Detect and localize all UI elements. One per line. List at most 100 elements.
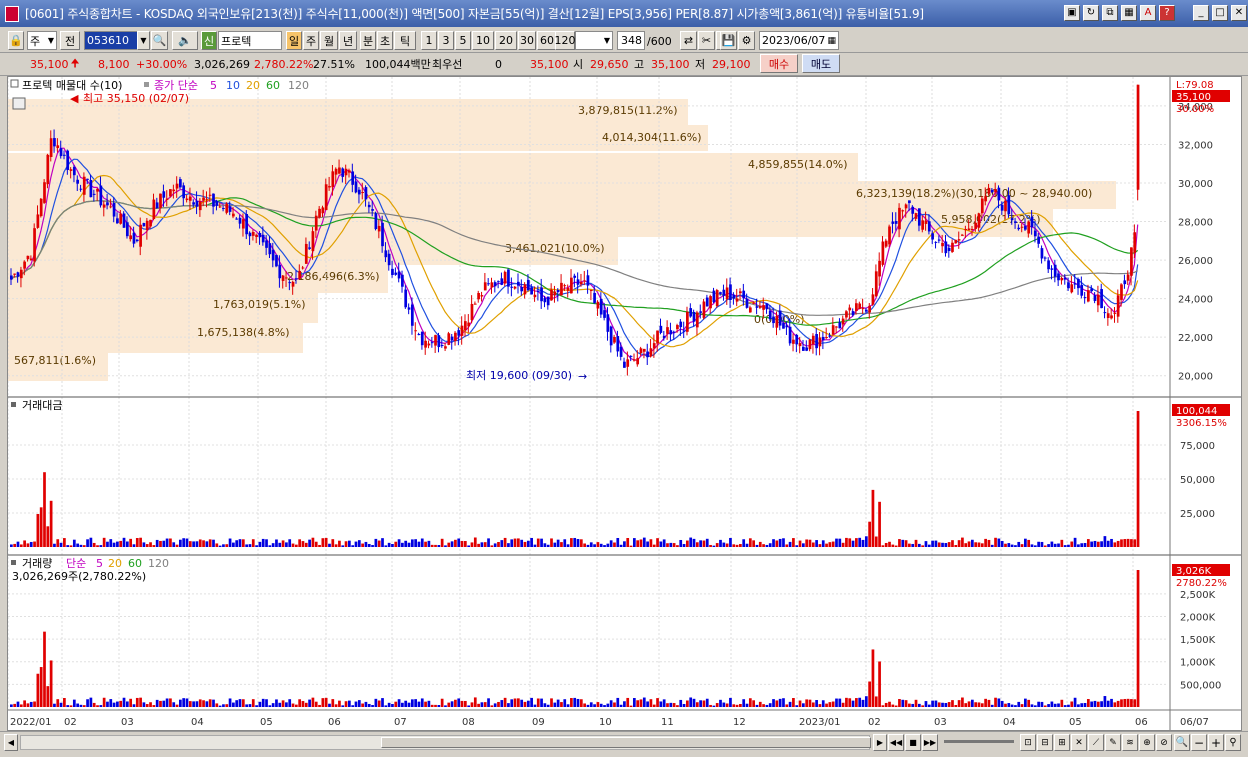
candle-body <box>29 258 33 261</box>
prev-button[interactable]: 전 <box>60 31 80 50</box>
grid-toggle-icon[interactable] <box>12 97 26 110</box>
interval-5-button[interactable]: 5 <box>455 31 471 50</box>
trend-icon[interactable]: ⟋ <box>1088 734 1104 751</box>
period-week-button[interactable]: 주 <box>303 31 319 50</box>
amount-bar <box>894 545 898 547</box>
print-icon[interactable]: A <box>1140 5 1156 21</box>
arrows-icon[interactable]: ⇄ <box>680 31 697 50</box>
interval-20-button[interactable]: 20 <box>495 31 517 50</box>
volume-bar <box>1057 703 1060 707</box>
draw-icon[interactable]: ✎ <box>1105 734 1121 751</box>
volume-bar <box>417 701 421 707</box>
play-icon[interactable]: ▶ <box>873 734 887 751</box>
candle-body <box>1057 273 1060 281</box>
interval-30-button[interactable]: 30 <box>518 31 536 50</box>
stock-name-field[interactable]: 프로텍 <box>218 31 282 50</box>
amount-bar <box>745 543 749 547</box>
volume-bar <box>815 700 818 707</box>
amount-bar <box>152 545 156 547</box>
candle-body <box>672 331 676 333</box>
date-input[interactable]: 2023/06/07 ▦ <box>759 31 839 50</box>
buy-button[interactable]: 매수 <box>760 54 798 73</box>
vol-ma-legend-120: 120 <box>148 557 169 570</box>
maximize-icon[interactable]: □ <box>1212 5 1228 21</box>
refresh-icon[interactable]: ↻ <box>1083 5 1099 21</box>
zoom-search-icon[interactable]: 🔍 <box>1174 734 1190 751</box>
period-type-select[interactable]: 주 ▼ <box>27 31 57 50</box>
chart-area[interactable]: 3,879,815(11.2%) 4,014,304(11.6%) 4,859,85… <box>7 76 1242 731</box>
zoom-tool-icon[interactable]: ⚲ <box>1225 734 1241 751</box>
period-month-button[interactable]: 월 <box>320 31 338 50</box>
help-icon[interactable]: ? <box>1159 5 1175 21</box>
interval-1-button[interactable]: 1 <box>421 31 437 50</box>
amount-bar <box>1116 540 1120 547</box>
amount-bar <box>13 543 17 547</box>
amount-bar <box>1106 540 1110 547</box>
search-icon[interactable]: 🔍 <box>151 31 168 50</box>
tool-2-icon[interactable]: ⊟ <box>1037 734 1053 751</box>
minimize-icon[interactable]: _ <box>1193 5 1209 21</box>
close-icon[interactable]: ✕ <box>1231 5 1247 21</box>
volume-bar <box>354 701 358 707</box>
volume-bar <box>500 700 504 707</box>
candle-body <box>285 277 288 279</box>
interval-3-button[interactable]: 3 <box>438 31 454 50</box>
interval-10-button[interactable]: 10 <box>472 31 494 50</box>
period-minute-button[interactable]: 분 <box>360 31 376 50</box>
candle-body <box>1007 195 1011 215</box>
volume-bar <box>609 700 613 707</box>
volume: 3,026,269 <box>194 57 250 71</box>
interval-120-button[interactable]: 120 <box>555 31 576 50</box>
volume-bar <box>801 703 805 707</box>
amount-bar <box>563 539 567 547</box>
stop-icon[interactable]: ■ <box>905 734 921 751</box>
calendar-icon[interactable]: ▦ <box>827 36 836 46</box>
price-y-tick: 28,000 <box>1178 218 1213 229</box>
fast-forward-icon[interactable]: ▶▶ <box>922 734 938 751</box>
volume-bar <box>36 673 40 707</box>
amount-bar <box>1017 541 1021 547</box>
candle-body <box>745 298 749 308</box>
fibo-icon[interactable]: ≋ <box>1122 734 1138 751</box>
zoom-out-icon[interactable]: − <box>1191 734 1207 751</box>
candle-body <box>666 327 669 334</box>
sell-button[interactable]: 매도 <box>802 54 840 73</box>
rewind-icon[interactable]: ◀◀ <box>888 734 904 751</box>
magnet-icon[interactable]: ⊘ <box>1156 734 1172 751</box>
period-day-button[interactable]: 일 <box>286 31 302 50</box>
scroll-thumb[interactable] <box>381 737 871 748</box>
scissors-icon[interactable]: ✂ <box>698 31 715 50</box>
volume-bar <box>1067 704 1070 707</box>
text-icon[interactable]: ⊕ <box>1139 734 1155 751</box>
lock-icon[interactable]: 🔒 <box>8 31 24 50</box>
amount-y-tick: 50,000 <box>1180 475 1215 486</box>
tool-3-icon[interactable]: ⊞ <box>1054 734 1070 751</box>
candle-body <box>1033 230 1037 237</box>
amount-bar <box>990 544 994 547</box>
stock-chart-svg[interactable]: 3,879,815(11.2%)4,014,304(11.6%)4,859,85… <box>7 77 1241 730</box>
volume-bar <box>304 702 308 707</box>
custom-interval-select[interactable]: ▼ <box>575 31 613 50</box>
speaker-icon[interactable]: 🔈 <box>172 31 198 50</box>
cross-icon[interactable]: ✕ <box>1071 734 1087 751</box>
chevron-down-icon[interactable]: ▼ <box>137 31 150 50</box>
candle-body <box>785 325 789 328</box>
link-icon[interactable]: ⧉ <box>1102 5 1118 21</box>
amount-bar <box>646 541 649 547</box>
period-second-button[interactable]: 초 <box>377 31 393 50</box>
volume-bar <box>1053 703 1057 707</box>
candle-body <box>990 189 994 193</box>
scroll-track[interactable] <box>20 735 871 750</box>
save-icon[interactable]: 💾 <box>720 31 737 50</box>
period-tick-button[interactable]: 틱 <box>394 31 416 50</box>
period-year-button[interactable]: 년 <box>339 31 357 50</box>
candle-body <box>782 323 785 329</box>
table-icon[interactable]: ▦ <box>1121 5 1137 21</box>
tool-1-icon[interactable]: ⊡ <box>1020 734 1036 751</box>
zoom-in-icon[interactable]: + <box>1208 734 1224 751</box>
count-input[interactable]: 348 <box>617 31 645 50</box>
settings-icon[interactable]: ⚙ <box>738 31 755 50</box>
speed-slider[interactable] <box>944 740 1014 743</box>
scroll-left-icon[interactable]: ◀ <box>4 734 18 751</box>
restore-layout-icon[interactable]: ▣ <box>1064 5 1080 21</box>
